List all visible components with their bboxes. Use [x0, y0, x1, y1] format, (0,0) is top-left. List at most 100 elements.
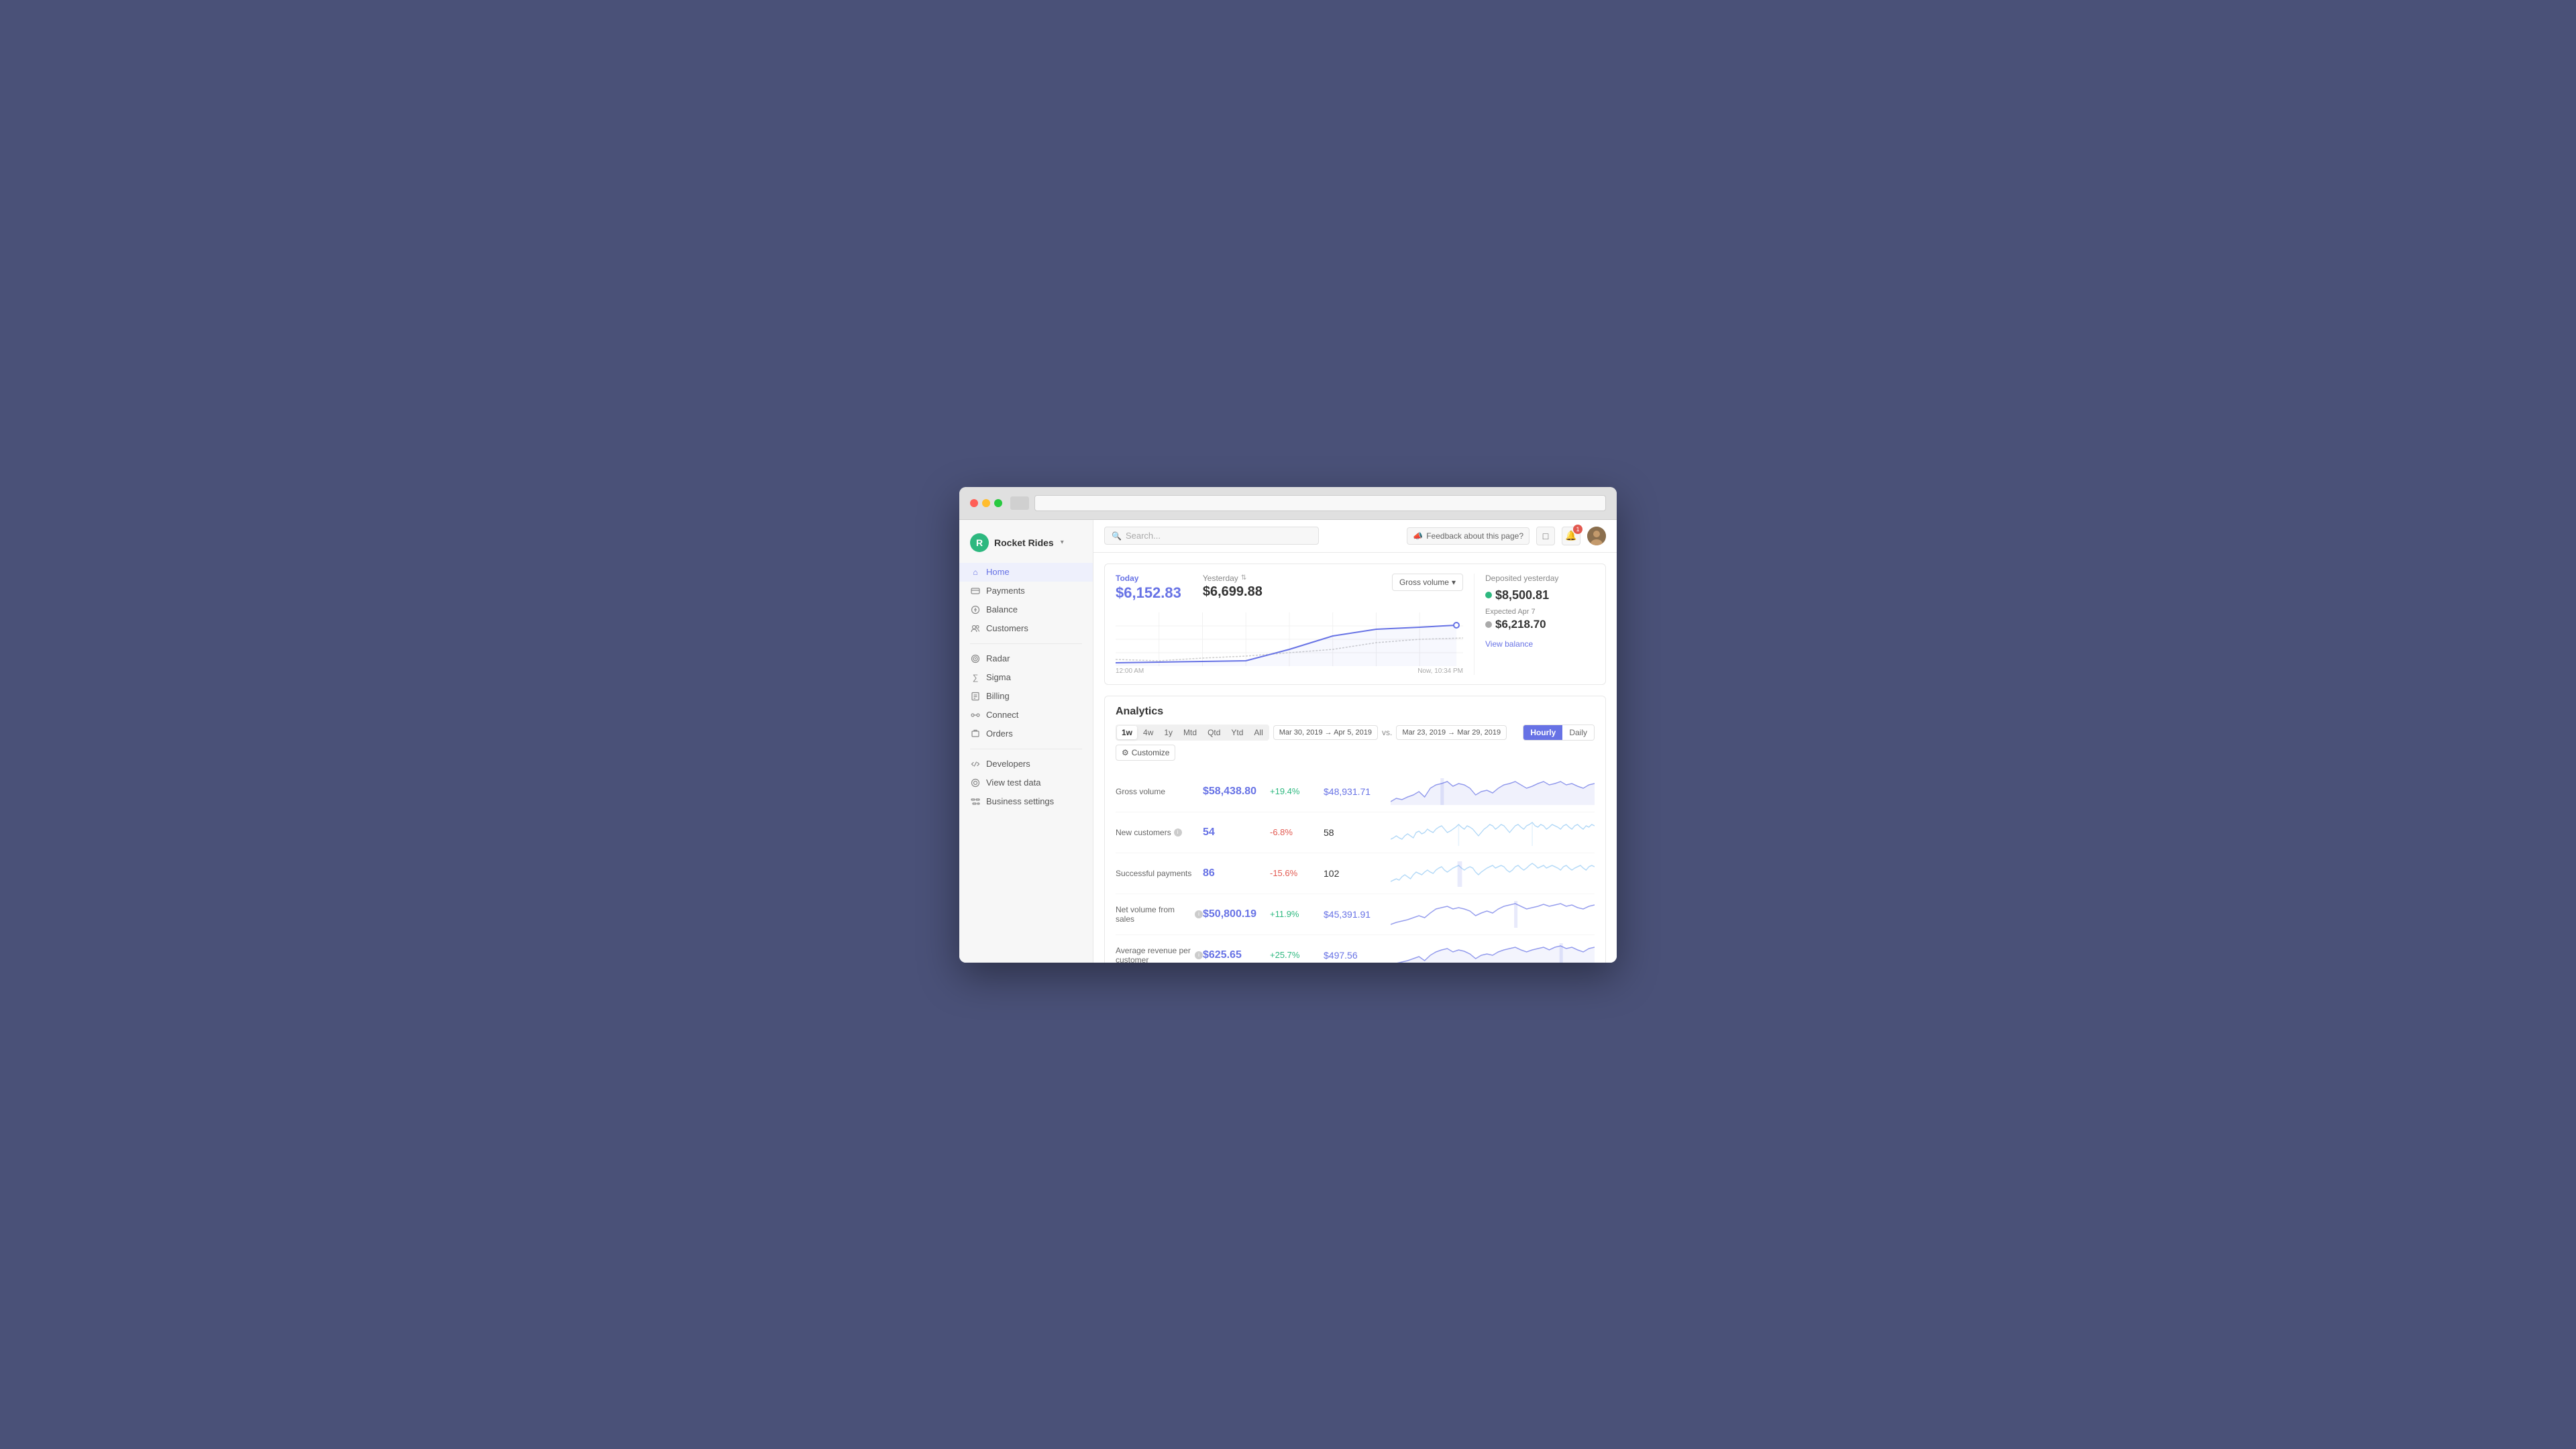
customize-button[interactable]: ⚙ Customize [1116, 745, 1175, 761]
metric-sparkline [1391, 778, 1595, 805]
sidebar-item-sigma[interactable]: ∑ Sigma [959, 668, 1093, 687]
metric-sparkline [1391, 901, 1595, 928]
sidebar-item-orders[interactable]: Orders [959, 724, 1093, 743]
metric-change: -15.6% [1270, 868, 1324, 878]
today-chart-svg [1116, 612, 1463, 666]
metric-change: +19.4% [1270, 786, 1324, 796]
sort-icon: ⇅ [1241, 574, 1246, 582]
sidebar-item-developers[interactable]: Developers [959, 755, 1093, 773]
metric-row-new-customers: New customers i 54 -6.8% 58 [1116, 812, 1595, 853]
sidebar-item-radar[interactable]: Radar [959, 649, 1093, 668]
deposit-dot-green [1485, 592, 1492, 598]
sidebar-item-business-settings[interactable]: Business settings [959, 792, 1093, 811]
billing-icon [970, 691, 981, 702]
sidebar-item-connect[interactable]: Connect [959, 706, 1093, 724]
info-icon: i [1195, 910, 1203, 918]
gross-volume-dropdown[interactable]: Gross volume ▾ [1392, 574, 1463, 591]
metric-change: +11.9% [1270, 909, 1324, 919]
time-tab-4w[interactable]: 4w [1138, 726, 1158, 739]
sidebar-item-label: View test data [986, 777, 1040, 788]
metric-previous: $48,931.71 [1324, 786, 1391, 797]
sidebar-item-payments[interactable]: Payments [959, 582, 1093, 600]
metric-previous: $45,391.91 [1324, 909, 1391, 920]
sidebar-item-label: Billing [986, 691, 1010, 701]
today-stat: Today $6,152.83 [1116, 574, 1181, 602]
sidebar-item-customers[interactable]: Customers [959, 619, 1093, 638]
avatar[interactable] [1587, 527, 1606, 545]
metric-change: -6.8% [1270, 827, 1324, 837]
hourly-tab[interactable]: Hourly [1523, 725, 1562, 740]
deposit-amount: $8,500.81 [1485, 588, 1595, 602]
view-balance-link[interactable]: View balance [1485, 639, 1533, 649]
today-section: Today $6,152.83 Yesterday ⇅ $6,699.88 [1104, 564, 1606, 685]
home-icon: ⌂ [970, 567, 981, 578]
sidebar-item-label: Home [986, 567, 1010, 577]
date-range-current[interactable]: Mar 30, 2019 → Apr 5, 2019 [1273, 725, 1378, 740]
hourly-daily-tabs: Hourly Daily [1523, 724, 1595, 741]
feedback-button[interactable]: 📣 Feedback about this page? [1407, 527, 1529, 545]
info-icon: i [1174, 828, 1182, 837]
sidebar-item-label: Balance [986, 604, 1018, 614]
metric-sparkline [1391, 942, 1595, 963]
time-tab-ytd[interactable]: Ytd [1226, 726, 1248, 739]
metric-current: 86 [1203, 867, 1270, 879]
content-area: Today $6,152.83 Yesterday ⇅ $6,699.88 [1093, 553, 1617, 963]
info-icon: i [1195, 951, 1203, 959]
view-test-data-icon [970, 777, 981, 788]
minimize-icon[interactable] [982, 499, 990, 507]
sidebar-item-balance[interactable]: Balance [959, 600, 1093, 619]
sigma-icon: ∑ [970, 672, 981, 683]
today-chart [1116, 612, 1463, 666]
metric-name: Successful payments [1116, 869, 1203, 878]
maximize-icon[interactable] [994, 499, 1002, 507]
metric-current: 54 [1203, 826, 1270, 839]
yesterday-label: Yesterday ⇅ [1203, 574, 1263, 583]
app-layout: R Rocket Rides ▾ ⌂ Home Payments [959, 520, 1617, 963]
analytics-table: Gross volume $58,438.80 +19.4% $48,931.7… [1116, 771, 1595, 963]
date-range-previous[interactable]: Mar 23, 2019 → Mar 29, 2019 [1396, 725, 1507, 740]
time-tab-1w[interactable]: 1w [1117, 726, 1137, 739]
brand-logo[interactable]: R Rocket Rides ▾ [959, 531, 1093, 563]
analytics-section: Analytics 1w 4w 1y Mtd Qtd Ytd All [1104, 696, 1606, 963]
search-input[interactable]: Search... [1126, 531, 1161, 541]
metric-row-successful-payments: Successful payments 86 -15.6% 102 [1116, 853, 1595, 894]
search-box[interactable]: 🔍 Search... [1104, 527, 1319, 545]
browser-window: R Rocket Rides ▾ ⌂ Home Payments [959, 487, 1617, 963]
sidebar-item-label: Sigma [986, 672, 1011, 682]
feedback-label: Feedback about this page? [1426, 531, 1523, 541]
sidebar-item-label: Payments [986, 586, 1025, 596]
gear-icon: ⚙ [1122, 748, 1129, 757]
analytics-controls: 1w 4w 1y Mtd Qtd Ytd All Mar 30, 2019 → … [1116, 724, 1595, 761]
docs-button[interactable]: □ [1536, 527, 1555, 545]
time-tab-all[interactable]: All [1249, 726, 1267, 739]
topbar-right: 📣 Feedback about this page? □ 🔔 1 [1407, 527, 1606, 545]
chart-start-time: 12:00 AM [1116, 667, 1144, 675]
today-value: $6,152.83 [1116, 584, 1181, 602]
time-tab-qtd[interactable]: Qtd [1203, 726, 1225, 739]
time-tab-mtd[interactable]: Mtd [1179, 726, 1201, 739]
sidebar-item-label: Connect [986, 710, 1018, 720]
sidebar-item-view-test-data[interactable]: View test data [959, 773, 1093, 792]
payments-icon [970, 586, 981, 596]
metric-current: $625.65 [1203, 949, 1270, 961]
time-tab-1y[interactable]: 1y [1159, 726, 1177, 739]
url-input[interactable] [1034, 495, 1606, 511]
notifications-button[interactable]: 🔔 1 [1562, 527, 1580, 545]
sidebar-item-label: Orders [986, 729, 1013, 739]
sidebar-item-home[interactable]: ⌂ Home [959, 563, 1093, 582]
developers-icon [970, 759, 981, 769]
metric-sparkline [1391, 860, 1595, 887]
docs-icon: □ [1543, 531, 1548, 541]
chart-time-labels: 12:00 AM Now, 10:34 PM [1116, 667, 1463, 675]
metric-previous: $497.56 [1324, 950, 1391, 961]
metric-previous: 58 [1324, 827, 1391, 838]
sidebar: R Rocket Rides ▾ ⌂ Home Payments [959, 520, 1093, 963]
metric-name: Average revenue per customer i [1116, 946, 1203, 963]
back-button[interactable] [1010, 496, 1029, 510]
top-bar: 🔍 Search... 📣 Feedback about this page? … [1093, 520, 1617, 553]
today-chart-area: Today $6,152.83 Yesterday ⇅ $6,699.88 [1116, 574, 1463, 675]
sidebar-item-billing[interactable]: Billing [959, 687, 1093, 706]
close-icon[interactable] [970, 499, 978, 507]
daily-tab[interactable]: Daily [1562, 725, 1594, 740]
search-icon: 🔍 [1112, 531, 1122, 541]
